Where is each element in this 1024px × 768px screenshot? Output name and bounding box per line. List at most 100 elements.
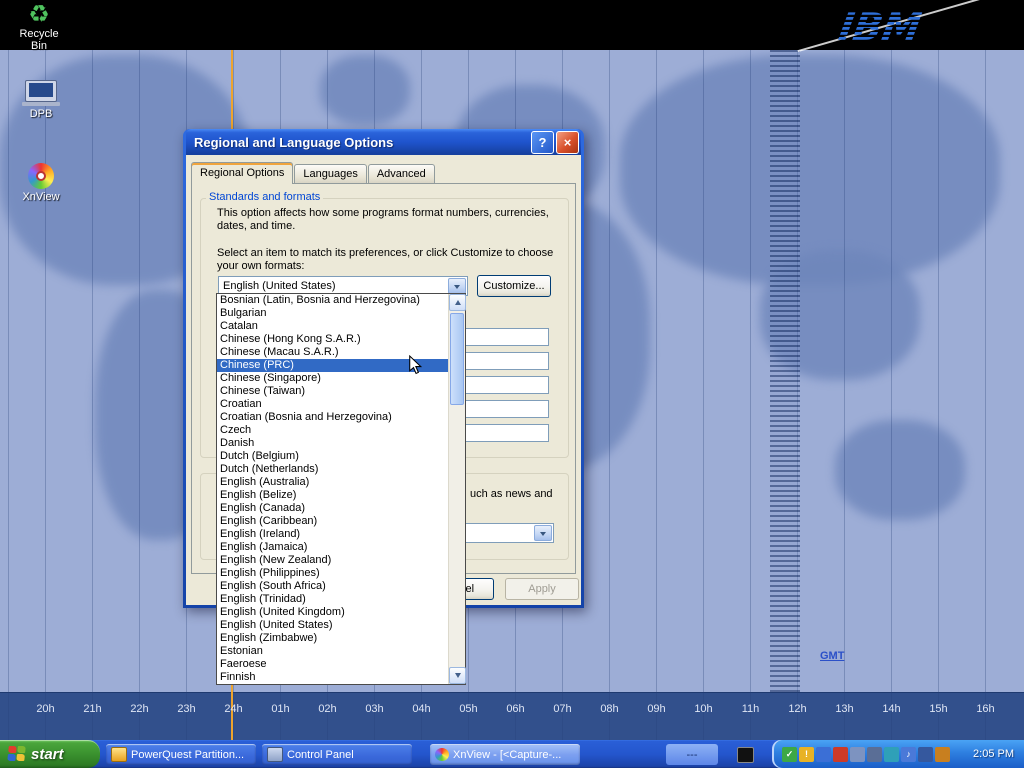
language-option[interactable]: English (Trinidad) [217, 593, 448, 606]
language-option[interactable]: English (Canada) [217, 502, 448, 515]
language-option[interactable]: Chinese (Macau S.A.R.) [217, 346, 448, 359]
hour-label: 06h [492, 703, 539, 715]
dropdown-scrollbar[interactable] [448, 294, 465, 684]
language-option[interactable]: Faeroese [217, 658, 448, 671]
triangle-up-icon [455, 300, 461, 305]
language-option[interactable]: English (United Kingdom) [217, 606, 448, 619]
language-option[interactable]: English (Belize) [217, 489, 448, 502]
ibm-logo: IBM [822, 2, 952, 50]
language-option[interactable]: English (United States) [217, 619, 448, 632]
taskbar-button-xnview[interactable]: XnView - [<Capture-... [430, 744, 580, 765]
desktop-icon-xnview[interactable]: XnView [12, 163, 70, 203]
taskbar-clock[interactable]: 2:05 PM [973, 748, 1024, 760]
tray-icon[interactable] [918, 747, 933, 762]
chevron-down-icon[interactable] [448, 278, 466, 294]
language-option[interactable]: English (New Zealand) [217, 554, 448, 567]
desktop-icon-dpb[interactable]: DPB [12, 80, 70, 120]
language-option[interactable]: Dutch (Netherlands) [217, 463, 448, 476]
scrollbar-thumb[interactable] [450, 313, 464, 405]
map-continent [620, 55, 1000, 285]
console-icon[interactable] [737, 747, 754, 763]
tab-regional-options[interactable]: Regional Options [191, 162, 293, 184]
tray-icon[interactable] [833, 747, 848, 762]
hour-label: 04h [398, 703, 445, 715]
dialog-body: Regional Options Languages Advanced Stan… [186, 155, 581, 605]
hour-label: 03h [351, 703, 398, 715]
language-option[interactable]: Catalan [217, 320, 448, 333]
tab-advanced[interactable]: Advanced [368, 164, 435, 183]
help-button[interactable]: ? [531, 131, 554, 154]
close-button[interactable]: × [556, 131, 579, 154]
language-option[interactable]: English (Ireland) [217, 528, 448, 541]
chevron-down-icon[interactable] [534, 525, 552, 541]
format-combobox-value: English (United States) [223, 280, 336, 292]
timezone-hatch-band [770, 50, 800, 692]
language-option[interactable]: English (Australia) [217, 476, 448, 489]
taskbar-button-powerquest[interactable]: PowerQuest Partition... [106, 744, 256, 765]
tray-icon[interactable] [867, 747, 882, 762]
language-option[interactable]: English (Zimbabwe) [217, 632, 448, 645]
apply-button[interactable]: Apply [505, 578, 579, 600]
language-option[interactable]: Croatian [217, 398, 448, 411]
tray-icon[interactable] [816, 747, 831, 762]
hour-label: 01h [257, 703, 304, 715]
map-continent [320, 55, 410, 125]
desktop: 20h21h22h23h24h01h02h03h04h05h06h07h08h0… [0, 0, 1024, 768]
svg-text:IBM: IBM [836, 5, 925, 50]
hour-label: 23h [163, 703, 210, 715]
system-tray: ✓! ♪ 2:05 PM [772, 740, 1024, 768]
taskbar-mini-toolbar[interactable]: --- [666, 744, 718, 765]
language-option[interactable]: English (Jamaica) [217, 541, 448, 554]
language-option[interactable]: Finnish [217, 671, 448, 684]
hour-label: 12h [774, 703, 821, 715]
gmt-label: GMT [820, 650, 844, 662]
taskbar-button-label: PowerQuest Partition... [131, 749, 244, 761]
hour-label: 16h [962, 703, 1009, 715]
hour-label: 13h [821, 703, 868, 715]
icon-label: XnView [12, 191, 70, 203]
hour-label: 22h [116, 703, 163, 715]
language-option[interactable]: Chinese (Singapore) [217, 372, 448, 385]
scroll-down-button[interactable] [449, 667, 466, 684]
dialog-titlebar[interactable]: Regional and Language Options ? × [186, 129, 581, 155]
scroll-up-button[interactable] [449, 294, 466, 311]
hour-label: 20h [22, 703, 69, 715]
language-option[interactable]: Bosnian (Latin, Bosnia and Herzegovina) [217, 294, 448, 307]
desktop-icon-recycle-bin[interactable]: ♻ Recycle Bin [10, 2, 68, 52]
tray-icon[interactable]: ♪ [901, 747, 916, 762]
language-option[interactable]: Bulgarian [217, 307, 448, 320]
language-option[interactable]: Chinese (Taiwan) [217, 385, 448, 398]
xnview-icon [435, 748, 449, 761]
taskbar-button-label: XnView - [<Capture-... [453, 749, 561, 761]
hour-label: 09h [633, 703, 680, 715]
hour-label: 24h [210, 703, 257, 715]
language-option[interactable]: English (Caribbean) [217, 515, 448, 528]
taskbar: start PowerQuest Partition... Control Pa… [0, 740, 1024, 768]
tray-icon[interactable]: ✓ [782, 747, 797, 762]
hour-label: 07h [539, 703, 586, 715]
language-option[interactable]: Estonian [217, 645, 448, 658]
language-option[interactable]: Chinese (Hong Kong S.A.R.) [217, 333, 448, 346]
hour-label: 21h [69, 703, 116, 715]
tray-icon[interactable]: ! [799, 747, 814, 762]
customize-button[interactable]: Customize... [477, 275, 551, 297]
language-option[interactable]: English (South Africa) [217, 580, 448, 593]
icon-label: DPB [12, 108, 70, 120]
language-option[interactable]: Croatian (Bosnia and Herzegovina) [217, 411, 448, 424]
tray-icon[interactable] [850, 747, 865, 762]
language-option[interactable]: Dutch (Belgium) [217, 450, 448, 463]
language-option[interactable]: Czech [217, 424, 448, 437]
standards-instruction: Select an item to match its preferences,… [217, 247, 562, 273]
language-items: Bosnian (Latin, Bosnia and Herzegovina)B… [217, 294, 448, 684]
tab-languages[interactable]: Languages [294, 164, 366, 183]
start-button[interactable]: start [0, 740, 100, 768]
taskbar-button-control-panel[interactable]: Control Panel [262, 744, 412, 765]
language-option[interactable]: Chinese (PRC) [217, 359, 448, 372]
tray-icon[interactable] [884, 747, 899, 762]
language-option[interactable]: Danish [217, 437, 448, 450]
timezone-hour-band [0, 692, 1024, 741]
tray-icon[interactable] [935, 747, 950, 762]
language-option[interactable]: English (Philippines) [217, 567, 448, 580]
language-dropdown[interactable]: Bosnian (Latin, Bosnia and Herzegovina)B… [216, 293, 466, 685]
tray-icon-row: ✓! ♪ [772, 747, 950, 762]
